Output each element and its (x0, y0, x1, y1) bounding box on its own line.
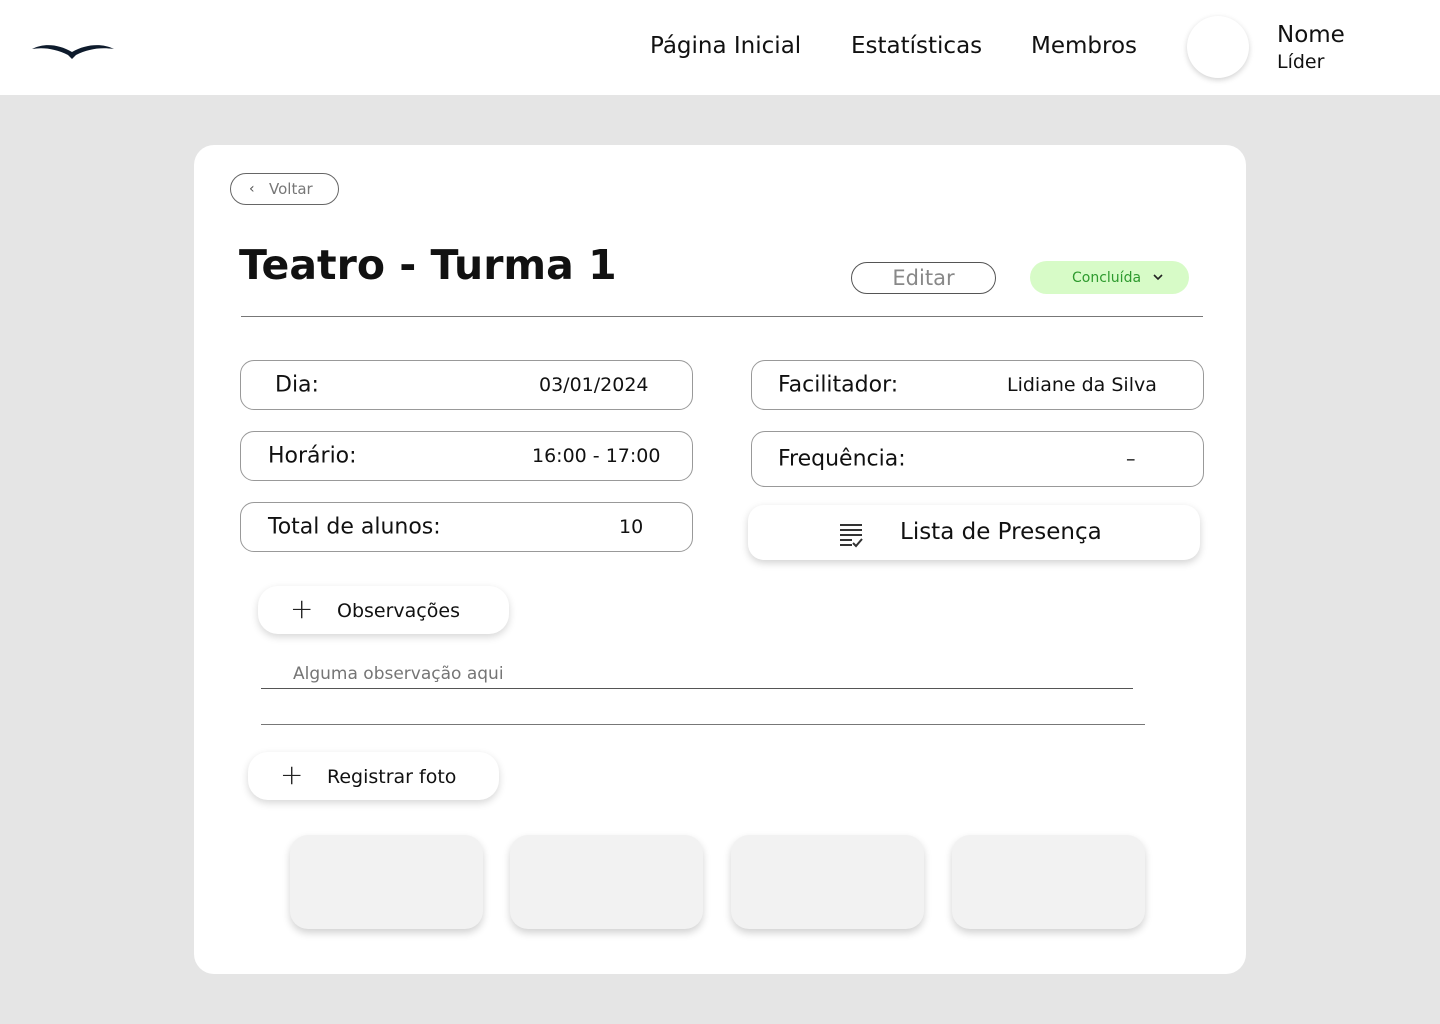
nav-link-statistics[interactable]: Estatísticas (851, 33, 982, 59)
class-detail-card: ‹ Voltar Teatro - Turma 1 Editar Concluí… (194, 145, 1246, 974)
plus-icon: + (280, 758, 304, 791)
back-button-label: Voltar (269, 180, 313, 198)
frequency-value: – (1126, 448, 1136, 470)
facilitator-label: Facilitador: (778, 372, 899, 398)
register-photo-button[interactable]: + Registrar foto (248, 752, 499, 800)
status-dropdown[interactable]: Concluída (1030, 261, 1189, 294)
edit-button[interactable]: Editar (851, 262, 996, 294)
attendance-list-label: Lista de Presença (900, 519, 1102, 545)
frequency-label: Frequência: (778, 446, 906, 472)
plus-icon: + (290, 592, 314, 625)
day-field: Dia: 03/01/2024 (240, 360, 693, 410)
facilitator-field: Facilitador: Lidiane da Silva (751, 360, 1204, 410)
students-value: 10 (619, 516, 644, 538)
register-photo-label: Registrar foto (327, 766, 457, 788)
user-role: Líder (1277, 51, 1325, 73)
chevron-down-icon (1153, 274, 1163, 281)
time-label: Horário: (268, 443, 357, 469)
user-name: Nome (1277, 22, 1345, 48)
bird-logo-icon[interactable] (30, 40, 116, 62)
students-label: Total de alunos: (268, 514, 441, 540)
nav-link-home[interactable]: Página Inicial (650, 33, 801, 59)
photo-slot[interactable] (510, 835, 703, 929)
students-field: Total de alunos: 10 (240, 502, 693, 552)
status-label: Concluída (1072, 269, 1142, 286)
add-observations-button[interactable]: + Observações (258, 586, 509, 634)
title-divider (241, 316, 1203, 317)
time-value: 16:00 - 17:00 (532, 445, 661, 467)
observations-input[interactable] (261, 659, 1133, 689)
page-title: Teatro - Turma 1 (239, 241, 617, 289)
top-navigation-bar: Página Inicial Estatísticas Membros Nome… (0, 0, 1440, 95)
time-field: Horário: 16:00 - 17:00 (240, 431, 693, 481)
checklist-icon (840, 524, 863, 548)
chevron-left-icon: ‹ (249, 181, 255, 197)
back-button[interactable]: ‹ Voltar (230, 173, 339, 205)
nav-link-members[interactable]: Membros (1031, 33, 1137, 59)
frequency-field: Frequência: – (751, 431, 1204, 487)
photo-slot[interactable] (952, 835, 1145, 929)
add-observations-label: Observações (337, 600, 460, 622)
avatar[interactable] (1187, 16, 1249, 78)
day-label: Dia: (275, 372, 319, 398)
day-value: 03/01/2024 (539, 374, 649, 396)
attendance-list-button[interactable]: Lista de Presença (748, 505, 1200, 560)
photo-slot[interactable] (731, 835, 924, 929)
observations-second-line (261, 724, 1145, 725)
facilitator-value: Lidiane da Silva (1007, 374, 1157, 396)
photo-slot[interactable] (290, 835, 483, 929)
